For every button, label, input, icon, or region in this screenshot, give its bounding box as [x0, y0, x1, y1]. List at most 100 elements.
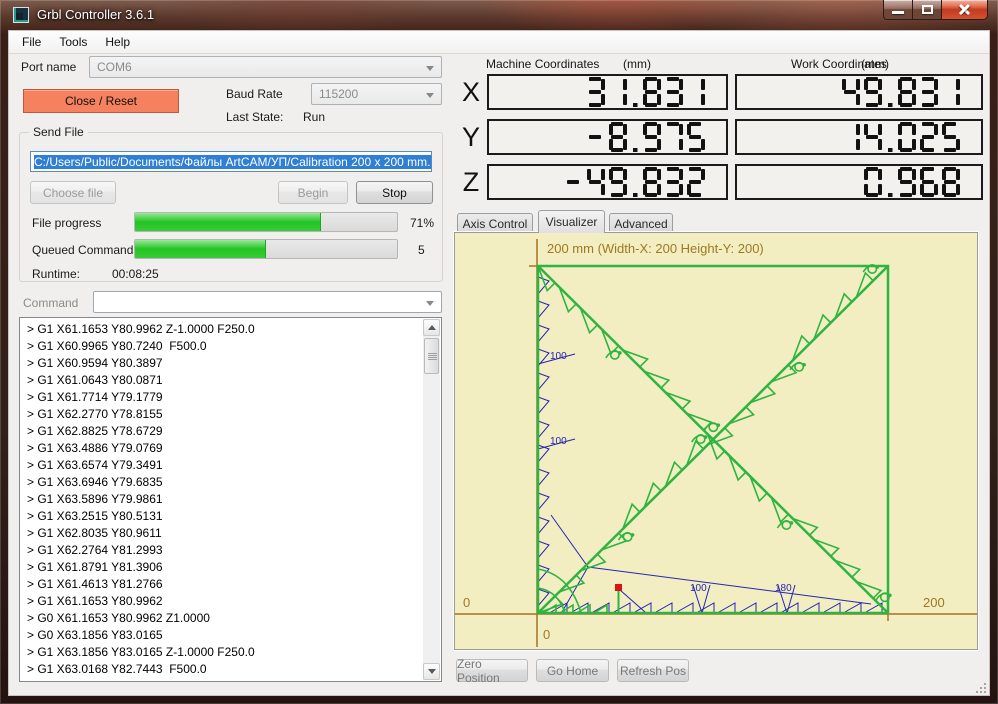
svg-text:100: 100: [550, 436, 567, 447]
minimize-button[interactable]: [883, 0, 913, 20]
send-file-group: Send File C:/Users/Public/Documents/Файл…: [19, 125, 443, 282]
zero-position-button[interactable]: Zero Position: [456, 657, 528, 685]
scroll-up-button[interactable]: [423, 319, 440, 336]
machine-z-display: [487, 164, 728, 200]
close-button[interactable]: [942, 0, 988, 20]
baud-rate-select[interactable]: 115200: [311, 83, 442, 105]
refresh-pos-button[interactable]: Refresh Pos: [617, 659, 689, 682]
svg-text:0: 0: [543, 627, 550, 642]
maximize-icon: [921, 5, 933, 14]
minimize-icon: [892, 11, 904, 14]
log-line[interactable]: > G0 X61.1653 Y80.9962 Z1.0000: [20, 610, 441, 627]
axis-x-label: X: [461, 76, 480, 107]
log-line[interactable]: > G1 X63.0168 Y82.7443 F500.0: [20, 661, 441, 678]
log-line[interactable]: > G1 X61.4613 Y81.2766: [20, 576, 441, 593]
svg-text:100: 100: [550, 351, 567, 362]
log-line[interactable]: > G1 X62.8825 Y78.6729: [20, 423, 441, 440]
last-state-label: Last State:: [226, 110, 284, 124]
tab-advanced[interactable]: Advanced: [609, 213, 673, 233]
log-line[interactable]: > G1 X63.6946 Y79.6835: [20, 474, 441, 491]
log-line[interactable]: > G1 X63.2515 Y80.5131: [20, 508, 441, 525]
log-line[interactable]: > G1 X60.9594 Y80.3897: [20, 355, 441, 372]
log-line[interactable]: > G1 X61.7714 Y79.1779: [20, 389, 441, 406]
log-line[interactable]: > G1 X63.1856 Y83.0165 Z-1.0000 F250.0: [20, 644, 441, 661]
queued-commands-label: Queued Commands: [32, 243, 140, 257]
chevron-down-icon: [426, 66, 434, 71]
log-line[interactable]: > G1 X61.0643 Y80.0871: [20, 372, 441, 389]
thumb-grip-icon: [428, 355, 437, 356]
visualizer-panel: 200 mm (Width-X: 200 Height-Y: 200) 0 200 0…: [454, 232, 978, 650]
arrow-up-icon: [427, 325, 436, 330]
command-log[interactable]: > G1 X61.1653 Y80.9962 Z-1.0000 F250.0 > …: [19, 317, 442, 682]
log-line[interactable]: > G1 X62.2764 Y81.2993: [20, 542, 441, 559]
machine-coordinates-label: Machine Coordinates: [486, 57, 600, 71]
log-line[interactable]: > G1 X61.8791 Y81.3906: [20, 559, 441, 576]
content-area: Port name COM6 Close / Reset Baud Rate 1…: [9, 54, 989, 695]
work-y-display: [735, 119, 983, 155]
file-path-value: C:/Users/Public/Documents/Файлы ArtCAM/У…: [34, 154, 431, 169]
log-line[interactable]: > G0 X63.1856 Y83.0165: [20, 627, 441, 644]
scroll-thumb[interactable]: [424, 338, 439, 374]
file-progress-bar: [134, 212, 398, 232]
scroll-down-button[interactable]: [423, 663, 440, 680]
log-line[interactable]: > G1 X62.2770 Y78.8155: [20, 406, 441, 423]
work-x-display: [735, 74, 983, 110]
chevron-down-icon: [426, 93, 434, 98]
tab-visualizer[interactable]: Visualizer: [538, 210, 605, 233]
svg-text:100: 100: [690, 583, 707, 594]
visualizer-canvas[interactable]: 200 mm (Width-X: 200 Height-Y: 200) 0 200 0…: [455, 233, 977, 649]
axis-z-label: Z: [462, 166, 480, 197]
stop-button[interactable]: Stop: [356, 181, 433, 204]
port-name-value: COM6: [97, 60, 132, 74]
log-line[interactable]: > G1 X61.1653 Y80.9962: [20, 593, 441, 610]
log-line[interactable]: > G1 X62.8035 Y80.9611: [20, 525, 441, 542]
command-combobox[interactable]: [93, 291, 442, 313]
window-title: Grbl Controller 3.6.1: [37, 7, 155, 22]
file-path-input[interactable]: C:/Users/Public/Documents/Файлы ArtCAM/У…: [30, 151, 432, 172]
choose-file-button[interactable]: Choose file: [30, 181, 116, 204]
window-frame: Grbl Controller 3.6.1 File Tools Help Port…: [0, 0, 998, 704]
last-state-value: Run: [303, 110, 326, 124]
menu-item-file[interactable]: File: [13, 32, 50, 52]
begin-button[interactable]: Begin: [278, 181, 348, 204]
port-name-select[interactable]: COM6: [89, 56, 442, 78]
resize-grip[interactable]: [976, 683, 986, 693]
svg-text:0: 0: [463, 595, 470, 610]
work-z-display: [735, 164, 983, 200]
log-line[interactable]: > G1 X63.5896 Y79.9861: [20, 491, 441, 508]
log-line[interactable]: > G1 X63.6574 Y79.3491: [20, 457, 441, 474]
runtime-value: 00:08:25: [112, 267, 159, 281]
port-name-label: Port name: [21, 60, 77, 74]
svg-text:200 mm (Width-X: 200 Height-: 200 mm (Width-X: 200 Height-Y: 200): [547, 241, 764, 256]
svg-text:180: 180: [775, 583, 792, 594]
file-progress-value: 71%: [410, 216, 435, 230]
machine-x-display: [487, 74, 728, 110]
log-line[interactable]: > G1 X63.4886 Y79.0769: [20, 440, 441, 457]
axis-y-label: Y: [461, 121, 480, 152]
svg-text:200: 200: [923, 595, 945, 610]
machine-units-label: (mm): [623, 57, 651, 71]
arrow-down-icon: [427, 669, 436, 674]
baud-rate-label: Baud Rate: [226, 87, 283, 101]
log-scrollbar[interactable]: [423, 319, 440, 680]
chevron-down-icon: [426, 301, 434, 306]
runtime-label: Runtime:: [32, 267, 81, 281]
maximize-button[interactable]: [913, 0, 942, 20]
queued-commands-value: 5: [418, 243, 425, 257]
log-line[interactable]: > G1 X61.1653 Y80.9962 Z-1.0000 F250.0: [20, 321, 441, 338]
tab-axis-control[interactable]: Axis Control: [457, 213, 533, 233]
menu-item-tools[interactable]: Tools: [50, 32, 96, 52]
send-file-group-title: Send File: [29, 125, 88, 139]
log-line[interactable]: > G1 X60.9965 Y80.7240 F500.0: [20, 338, 441, 355]
close-reset-button[interactable]: Close / Reset: [23, 89, 179, 113]
menu-item-help[interactable]: Help: [96, 32, 139, 52]
machine-y-display: [487, 119, 728, 155]
queued-commands-bar: [134, 239, 398, 259]
baud-rate-value: 115200: [319, 87, 359, 101]
file-progress-label: File progress: [32, 216, 102, 230]
title-bar[interactable]: Grbl Controller 3.6.1: [0, 0, 998, 30]
go-home-button[interactable]: Go Home: [536, 659, 609, 682]
close-icon: [958, 3, 971, 16]
app-icon: [13, 7, 29, 23]
command-label: Command: [23, 296, 79, 310]
